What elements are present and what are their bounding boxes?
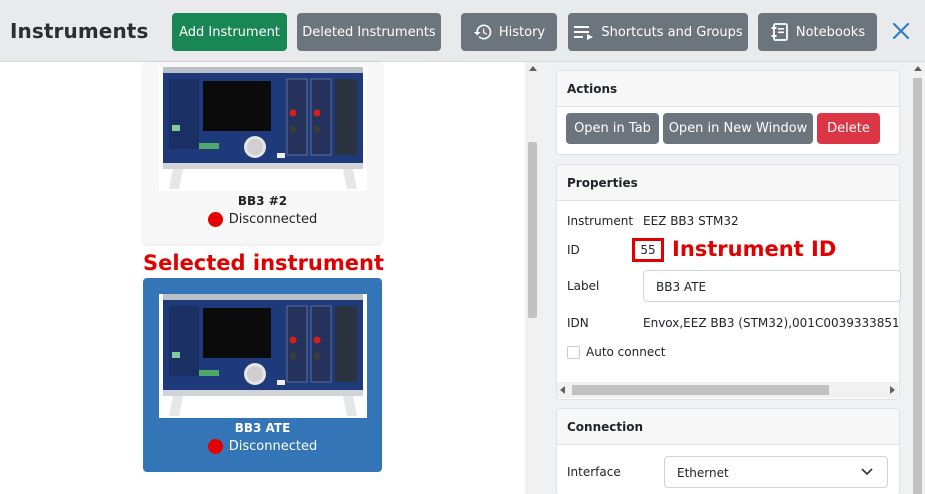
- notebooks-label: Notebooks: [795, 24, 866, 40]
- history-button[interactable]: History: [461, 13, 557, 51]
- id-value: 55: [632, 238, 664, 262]
- page-title: Instruments: [10, 19, 149, 43]
- notebook-icon: [771, 23, 788, 41]
- open-in-tab-button[interactable]: Open in Tab: [566, 113, 659, 144]
- interface-select[interactable]: Ethernet: [664, 456, 888, 488]
- properties-scrollbar[interactable]: [910, 62, 925, 494]
- scroll-up-icon[interactable]: [914, 66, 922, 71]
- status-label: Disconnected: [228, 212, 318, 227]
- auto-connect-label: Auto connect: [586, 345, 666, 359]
- instrument-status: Disconnected: [143, 212, 382, 227]
- instrument-image: [159, 67, 367, 191]
- properties-header: Properties: [557, 165, 899, 201]
- scroll-right-icon[interactable]: [889, 386, 895, 394]
- instrument-name: BB3 #2: [237, 194, 288, 208]
- scroll-left-icon[interactable]: [560, 386, 566, 394]
- id-label: ID: [567, 243, 580, 257]
- open-in-new-window-button[interactable]: Open in New Window: [663, 113, 813, 144]
- scrollbar-thumb[interactable]: [913, 78, 922, 494]
- close-icon[interactable]: [890, 20, 912, 42]
- label-input[interactable]: BB3 ATE: [643, 270, 901, 302]
- scrollbar-thumb[interactable]: [528, 142, 537, 318]
- instrument-type-value: EEZ BB3 STM32: [643, 214, 739, 228]
- status-label: Disconnected: [228, 439, 318, 454]
- actions-header: Actions: [557, 71, 899, 107]
- instrument-type-label: Instrument: [567, 214, 634, 228]
- notebooks-button[interactable]: Notebooks: [758, 13, 877, 51]
- deleted-instruments-button[interactable]: Deleted Instruments: [297, 13, 441, 51]
- list-icon: [574, 26, 594, 40]
- instrument-id-annotation: Instrument ID: [672, 237, 837, 261]
- history-icon: [473, 24, 492, 40]
- idn-value: Envox,EEZ BB3 (STM32),001C003933385107: [643, 316, 898, 330]
- disconnected-status-icon: [207, 212, 223, 227]
- properties-horizontal-scrollbar[interactable]: [557, 382, 898, 398]
- instrument-list-scrollbar[interactable]: [525, 62, 540, 494]
- scrollbar-thumb[interactable]: [572, 385, 829, 395]
- idn-label: IDN: [567, 316, 589, 330]
- delete-button[interactable]: Delete: [817, 113, 880, 144]
- selected-instrument-annotation: Selected instrument: [143, 251, 384, 275]
- interface-label: Interface: [567, 465, 621, 479]
- interface-selected-value: Ethernet: [677, 466, 729, 480]
- instrument-card[interactable]: BB3 #2 Disconnected: [143, 62, 382, 244]
- connection-header: Connection: [557, 409, 899, 445]
- shortcuts-groups-button[interactable]: Shortcuts and Groups: [568, 13, 748, 51]
- instrument-image: [159, 294, 367, 418]
- label-field-label: Label: [567, 279, 600, 293]
- instrument-card-selected[interactable]: BB3 ATE Disconnected: [143, 278, 382, 472]
- add-instrument-button[interactable]: Add Instrument: [172, 13, 287, 51]
- history-label: History: [498, 24, 546, 40]
- chevron-down-icon: [861, 468, 873, 476]
- instrument-name: BB3 ATE: [234, 421, 291, 435]
- shortcuts-groups-label: Shortcuts and Groups: [601, 24, 743, 40]
- top-toolbar: Instruments Add Instrument Deleted Instr…: [0, 0, 925, 62]
- instrument-status: Disconnected: [143, 439, 382, 454]
- auto-connect-checkbox[interactable]: [567, 346, 580, 359]
- disconnected-status-icon: [207, 439, 223, 454]
- scroll-up-icon[interactable]: [529, 66, 537, 71]
